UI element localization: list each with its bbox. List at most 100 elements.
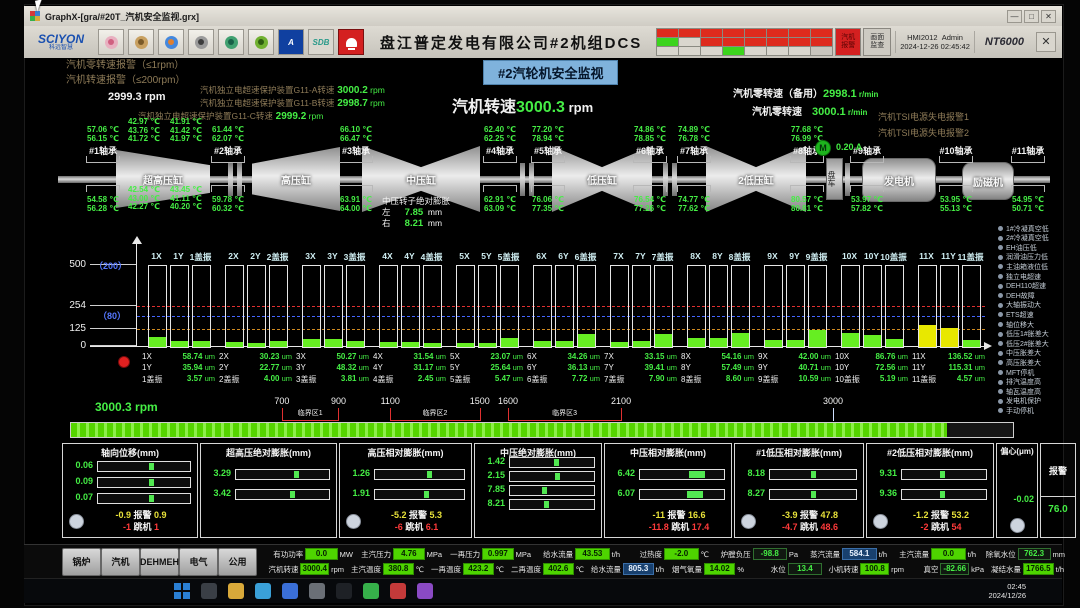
alarm-list-item-20[interactable]: 手动停机 bbox=[998, 406, 1034, 415]
mail-icon[interactable] bbox=[282, 583, 298, 599]
status-label: 过热度 bbox=[620, 549, 662, 560]
alarm-list-item-8[interactable]: DEH故障 bbox=[998, 291, 1035, 300]
trip-hi: 54 bbox=[952, 522, 962, 532]
browser-icon[interactable] bbox=[255, 583, 271, 599]
alarm-list-item-2[interactable]: 2#冷凝真空低 bbox=[998, 234, 1049, 243]
status-value: 3000.4 bbox=[300, 563, 329, 575]
vib-value-num: 31.54 bbox=[395, 352, 433, 361]
alarm-list-item-15[interactable]: 高压胀差大 bbox=[998, 358, 1041, 367]
status-label: 除氧水位 bbox=[976, 549, 1016, 560]
alarm-list-item-19[interactable]: 发电机保护 bbox=[998, 397, 1041, 406]
strip-current-speed: 3000.3 rpm bbox=[95, 400, 158, 414]
status-label: 凝结水量 bbox=[984, 564, 1021, 575]
alarm-list-item-5[interactable]: 主油箱液位低 bbox=[998, 262, 1048, 271]
vib-value-unit: um bbox=[895, 352, 908, 361]
vib-value-label: 11盖振 bbox=[912, 374, 934, 385]
alarm-label: 报警 bbox=[931, 510, 952, 520]
alarm-list-item-13[interactable]: 低压2#胀差大 bbox=[998, 339, 1049, 348]
vib-bar-fill-8Y bbox=[710, 338, 727, 347]
vib-value-unit: um bbox=[433, 374, 446, 385]
nav-button-DEHMEH[interactable]: DEHMEH bbox=[140, 548, 179, 576]
file-explorer-icon[interactable] bbox=[228, 583, 244, 599]
vib-bar-label-9Y: 9Y bbox=[789, 251, 799, 261]
alarm-list-item-12[interactable]: 低压1#胀差大 bbox=[998, 330, 1049, 339]
status-label: 给水流量 bbox=[584, 564, 621, 575]
vib-value-7盖振: 7盖振7.90 um bbox=[604, 374, 677, 385]
alarm-text: MFT停机 bbox=[1006, 368, 1034, 378]
vib-value-unit: um bbox=[664, 363, 677, 372]
alarm-list-item-3[interactable]: EH油压低 bbox=[998, 243, 1037, 252]
alarm-list-item-4[interactable]: 润滑油压力低 bbox=[998, 253, 1048, 262]
vib-bar-label-10盖振: 10盖振 bbox=[880, 251, 906, 263]
status-label: 汽机转速 bbox=[264, 564, 298, 575]
alarm-list-item-17[interactable]: 排汽温度高 bbox=[998, 378, 1041, 387]
strip-tick-label-1500: 1500 bbox=[470, 396, 490, 406]
vib-value-num: 7.90 bbox=[626, 374, 664, 385]
status-label: 一再压力 bbox=[442, 549, 480, 560]
panel-indicator[interactable] bbox=[1010, 518, 1025, 533]
panel-indicator[interactable] bbox=[741, 514, 756, 529]
search-icon[interactable] bbox=[201, 583, 217, 599]
alarm-lo: -3.9 bbox=[782, 510, 800, 520]
alarm-text: 1#冷凝真空低 bbox=[1006, 224, 1049, 234]
vib-value-2盖振: 2盖振4.00 um bbox=[219, 374, 292, 385]
gauge-bar bbox=[639, 469, 725, 480]
media-icon[interactable] bbox=[417, 583, 433, 599]
vib-bar-fill-9X bbox=[765, 340, 782, 347]
alarm-list-item-16[interactable]: MFT停机 bbox=[998, 368, 1034, 377]
settings-icon[interactable] bbox=[309, 583, 325, 599]
bearing-bracket-bottom-6 bbox=[633, 185, 667, 192]
vib-value-num: 42.00 bbox=[780, 352, 818, 361]
hmi-app-icon[interactable] bbox=[363, 583, 379, 599]
alarm-list-item-11[interactable]: 轴位移大 bbox=[998, 320, 1034, 329]
status-tile-二再温度: 二再温度402.6℃ bbox=[504, 563, 584, 575]
bearing-bracket-bottom-2 bbox=[211, 185, 245, 192]
vib-bar-label-1X: 1X bbox=[151, 251, 161, 261]
gauge-marker bbox=[542, 487, 547, 494]
vib-value-6X: 6X34.26 um bbox=[527, 352, 600, 361]
alarm-list-item-7[interactable]: DEH110超速 bbox=[998, 282, 1046, 291]
motor-current: 0.20 A bbox=[836, 142, 862, 152]
gauge-marker bbox=[290, 491, 295, 498]
terminal-icon[interactable] bbox=[336, 583, 352, 599]
vib-bar-2盖振 bbox=[269, 265, 288, 348]
alarm-text: DEH110超速 bbox=[1006, 281, 1046, 291]
strip-tick-label-1100: 1100 bbox=[381, 396, 400, 406]
vib-ytick-line-125 bbox=[90, 328, 136, 329]
vib-bar-2Y bbox=[247, 265, 266, 348]
nav-button-锅炉[interactable]: 锅炉 bbox=[62, 548, 101, 576]
status-tile-给水流量: 给水流量43.53t/h bbox=[531, 548, 620, 560]
nav-button-电气[interactable]: 电气 bbox=[179, 548, 218, 576]
taskbar-clock[interactable]: 02:45 2024/12/26 bbox=[988, 582, 1026, 600]
panel-indicator[interactable] bbox=[873, 514, 888, 529]
alarm-list-item-10[interactable]: ETS超速 bbox=[998, 310, 1034, 319]
strip-tick-label-900: 900 bbox=[331, 396, 346, 406]
alarm-list-item-6[interactable]: 独立电超速 bbox=[998, 272, 1041, 281]
start-button[interactable] bbox=[174, 583, 190, 599]
nav-button-汽机[interactable]: 汽机 bbox=[101, 548, 140, 576]
alarm-dot bbox=[998, 255, 1003, 260]
bearing-temps-bottom-4: 62.91 ℃ 63.09 ℃ bbox=[484, 196, 516, 213]
windows-taskbar[interactable]: 02:45 2024/12/26 bbox=[24, 578, 1062, 603]
nav-button-公用[interactable]: 公用 bbox=[218, 548, 257, 576]
vib-value-num: 25.64 bbox=[472, 363, 510, 372]
vib-bar-label-1盖振: 1盖振 bbox=[190, 251, 212, 263]
panel-indicator[interactable] bbox=[69, 514, 84, 529]
vib-value-num: 5.47 bbox=[472, 374, 510, 385]
alarm-list-item-1[interactable]: 1#冷凝真空低 bbox=[998, 224, 1049, 233]
alarm-text: 排汽温度高 bbox=[1006, 377, 1041, 387]
vib-value-unit: um bbox=[895, 374, 908, 385]
alarm-list-item-18[interactable]: 轴瓦温度高 bbox=[998, 387, 1041, 396]
vib-value-1盖振: 1盖振3.57 um bbox=[142, 374, 215, 385]
vib-value-num: 115.31 bbox=[934, 363, 972, 372]
alarm-dot bbox=[998, 408, 1003, 413]
panel-indicator[interactable] bbox=[346, 514, 361, 529]
vib-bar-label-9盖振: 9盖振 bbox=[806, 251, 828, 263]
alarm-list-item-14[interactable]: 中压胀差大 bbox=[998, 349, 1041, 358]
alarm-hi: 16.6 bbox=[688, 510, 706, 520]
alarm-list-item-9[interactable]: 大轴振动大 bbox=[998, 301, 1041, 310]
document-icon[interactable] bbox=[390, 583, 406, 599]
vib-bar-label-8盖振: 8盖振 bbox=[729, 251, 751, 263]
gauge-bar bbox=[97, 493, 191, 504]
vib-bar-label-2X: 2X bbox=[228, 251, 238, 261]
